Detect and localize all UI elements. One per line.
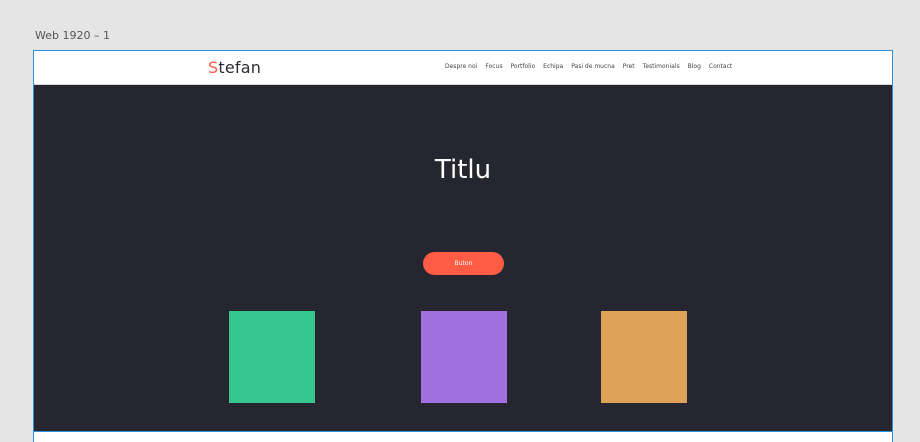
nav-item-contact[interactable]: Contact	[709, 63, 732, 70]
nav-item-pasi-de-mucna[interactable]: Pasi de mucna	[571, 63, 615, 70]
nav-item-pret[interactable]: Pret	[623, 63, 635, 70]
nav-item-focus[interactable]: Focus	[485, 63, 502, 70]
logo-initial: S	[208, 58, 219, 77]
nav-item-portfolio[interactable]: Portfolio	[510, 63, 535, 70]
hero-section: Titlu Buton	[34, 85, 892, 431]
hero-cta-button[interactable]: Buton	[423, 252, 504, 275]
nav-item-echipa[interactable]: Echipa	[543, 63, 563, 70]
nav-item-blog[interactable]: Blog	[688, 63, 701, 70]
feature-card-purple[interactable]	[421, 311, 507, 403]
nav-item-despre-noi[interactable]: Despre noi	[445, 63, 477, 70]
site-header: Stefan Despre noi Focus Portfolio Echipa…	[34, 51, 892, 85]
logo-text: tefan	[218, 58, 262, 77]
next-section-edge	[34, 431, 892, 442]
hero-title: Titlu	[434, 155, 492, 185]
artboard-web-1920[interactable]: Stefan Despre noi Focus Portfolio Echipa…	[33, 50, 893, 442]
feature-card-orange[interactable]	[601, 311, 687, 403]
site-logo[interactable]: Stefan	[208, 58, 261, 77]
artboard-label[interactable]: Web 1920 – 1	[35, 29, 110, 42]
nav-item-testimonials[interactable]: Testimonials	[643, 63, 680, 70]
feature-card-green[interactable]	[229, 311, 315, 403]
main-nav: Despre noi Focus Portfolio Echipa Pasi d…	[445, 63, 732, 70]
